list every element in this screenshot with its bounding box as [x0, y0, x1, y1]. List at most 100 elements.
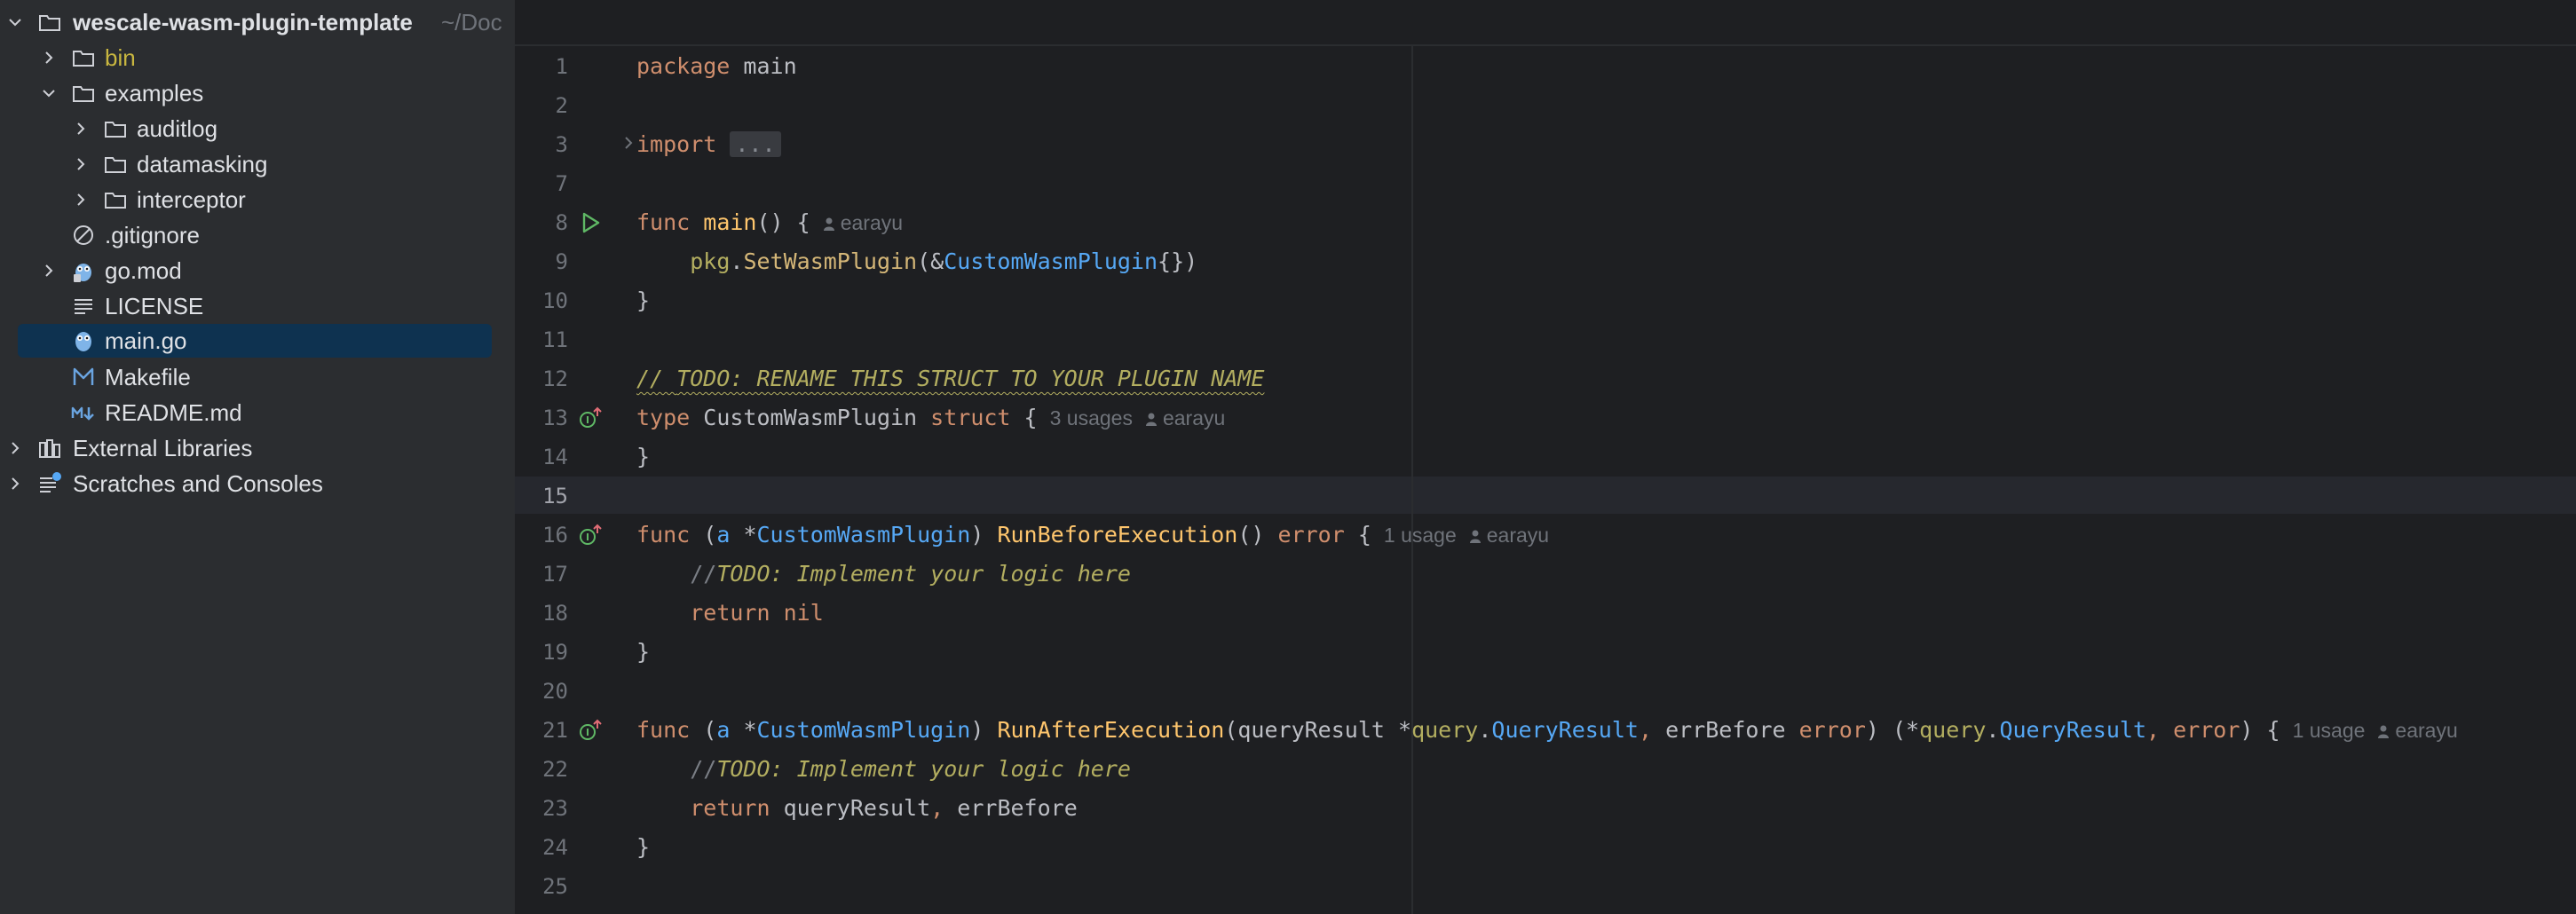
tree-row-examples[interactable]: examples [0, 75, 515, 111]
line-number: 7 [555, 171, 568, 196]
tree-row-datamasking[interactable]: datamasking [0, 146, 515, 182]
project-name: wescale-wasm-plugin-template [73, 8, 413, 35]
tree-label: go.mod [105, 256, 182, 284]
tree-row-interceptor[interactable]: interceptor [0, 182, 515, 217]
keyword: nil [783, 600, 824, 626]
code-line-9[interactable]: pkg.SetWasmPlugin(&CustomWasmPlugin{}) [636, 242, 1197, 281]
line-number: 12 [542, 366, 568, 391]
function-name: main [703, 209, 757, 235]
tree-row-external-libraries[interactable]: External Libraries [0, 430, 515, 466]
usages-inlay[interactable]: 1 usage [2293, 719, 2366, 742]
keyword: type [636, 405, 691, 430]
scratches-icon [37, 471, 62, 496]
code-line-23[interactable]: return queryResult, errBefore [636, 789, 1078, 828]
tree-label: bin [105, 43, 136, 71]
chevron-right-icon[interactable] [73, 156, 89, 172]
tree-row-go-mod[interactable]: go.mod [0, 253, 515, 288]
code-line-18[interactable]: return nil [636, 594, 824, 633]
folded-imports[interactable]: ... [730, 131, 781, 157]
editor-tab-strip [515, 0, 2576, 46]
author-name: earayu [840, 211, 904, 234]
type-ref: QueryResult [1491, 717, 1639, 743]
person-icon [1145, 413, 1157, 426]
author-inlay[interactable]: earayu [823, 211, 903, 234]
tree-row-license[interactable]: LICENSE [0, 288, 515, 324]
code-line-12[interactable]: // TODO: RENAME THIS STRUCT TO YOUR PLUG… [636, 359, 1264, 398]
keyword: import [636, 131, 717, 157]
tree-row-readme[interactable]: README.md [0, 395, 515, 430]
person-icon [2378, 725, 2390, 738]
chevron-right-icon[interactable] [41, 263, 57, 279]
todo-comment: TODO: Implement your logic here [716, 756, 1131, 782]
keyword: func [636, 209, 691, 235]
code-line-8[interactable]: func main() {earayu [636, 203, 903, 242]
external-libraries-icon [37, 436, 62, 461]
tree-row-makefile[interactable]: Makefile [0, 359, 515, 395]
makefile-icon [71, 365, 96, 390]
tree-row-project-root[interactable]: wescale-wasm-plugin-template ~/Doc [0, 4, 515, 40]
chevron-right-icon[interactable] [7, 440, 23, 456]
chevron-right-icon[interactable] [73, 192, 89, 208]
usages-inlay[interactable]: 3 usages [1050, 406, 1133, 429]
code-line-24[interactable]: } [636, 828, 650, 867]
line-number: 19 [542, 640, 568, 665]
return-type: error [1277, 522, 1345, 548]
code-line-16[interactable]: func (a *CustomWasmPlugin) RunBeforeExec… [636, 516, 1549, 555]
chevron-right-icon[interactable] [7, 476, 23, 492]
run-gutter-icon[interactable] [577, 209, 604, 236]
code-line-22[interactable]: //TODO: Implement your logic here [636, 750, 1131, 789]
author-inlay[interactable]: earayu [2377, 719, 2458, 742]
type-name: CustomWasmPlugin [703, 405, 918, 430]
implements-gutter-icon[interactable] [577, 717, 604, 744]
comment: // [636, 366, 677, 391]
tree-row-scratches[interactable]: Scratches and Consoles [0, 466, 515, 501]
line-number: 24 [542, 835, 568, 860]
punctuation: (& [917, 248, 944, 274]
punctuation: } [636, 639, 651, 665]
markdown-icon [71, 400, 96, 425]
gitignore-icon [71, 223, 96, 248]
code-line-19[interactable]: } [636, 633, 650, 672]
implements-gutter-icon[interactable] [577, 405, 604, 431]
author-inlay[interactable]: earayu [1145, 406, 1225, 429]
line-number: 13 [542, 406, 568, 430]
implements-gutter-icon[interactable] [577, 522, 604, 548]
line-number: 10 [542, 288, 568, 313]
project-tool-window: wescale-wasm-plugin-template ~/Doc bin e… [0, 0, 515, 914]
code-line-1[interactable]: package main [636, 47, 797, 86]
type-ref: CustomWasmPlugin [756, 717, 971, 743]
chevron-down-icon[interactable] [7, 14, 23, 30]
line-number: 23 [542, 796, 568, 821]
line-number: 16 [542, 523, 568, 548]
chevron-down-icon[interactable] [41, 85, 57, 101]
code-line-21[interactable]: func (a *CustomWasmPlugin) RunAfterExecu… [636, 711, 2458, 750]
code-line-3[interactable]: import ... [636, 125, 781, 164]
code-line-14[interactable]: } [636, 437, 650, 477]
code-line-17[interactable]: //TODO: Implement your logic here [636, 555, 1131, 594]
folder-icon [37, 10, 62, 35]
tree-label: auditlog [137, 114, 218, 142]
chevron-right-icon[interactable] [73, 121, 89, 137]
chevron-right-icon[interactable] [41, 50, 57, 66]
code-line-10[interactable]: } [636, 281, 650, 320]
keyword: return [690, 600, 770, 626]
line-number: 9 [555, 249, 568, 274]
line-number: 8 [555, 210, 568, 235]
tree-row-auditlog[interactable]: auditlog [0, 111, 515, 146]
tree-label: README.md [105, 398, 242, 426]
author-inlay[interactable]: earayu [1469, 524, 1549, 547]
function-name: RunAfterExecution [997, 717, 1225, 743]
go-gopher-icon [71, 258, 96, 283]
tree-row-bin[interactable]: bin [0, 40, 515, 75]
usages-inlay[interactable]: 1 usage [1384, 524, 1457, 547]
code-line-13[interactable]: type CustomWasmPlugin struct {3 usages ea… [636, 398, 1225, 437]
person-icon [1469, 530, 1481, 543]
text-file-icon [71, 294, 96, 319]
punctuation: {}) [1158, 248, 1198, 274]
code-editor[interactable]: 1 2 3 7 8 9 10 11 12 13 14 15 16 17 18 1… [515, 0, 2576, 914]
punctuation: } [636, 444, 651, 469]
tree-row-gitignore[interactable]: .gitignore [0, 217, 515, 253]
type-ref: CustomWasmPlugin [944, 248, 1158, 274]
folder-icon [103, 187, 128, 212]
tree-row-main-go[interactable]: main.go [0, 323, 515, 359]
